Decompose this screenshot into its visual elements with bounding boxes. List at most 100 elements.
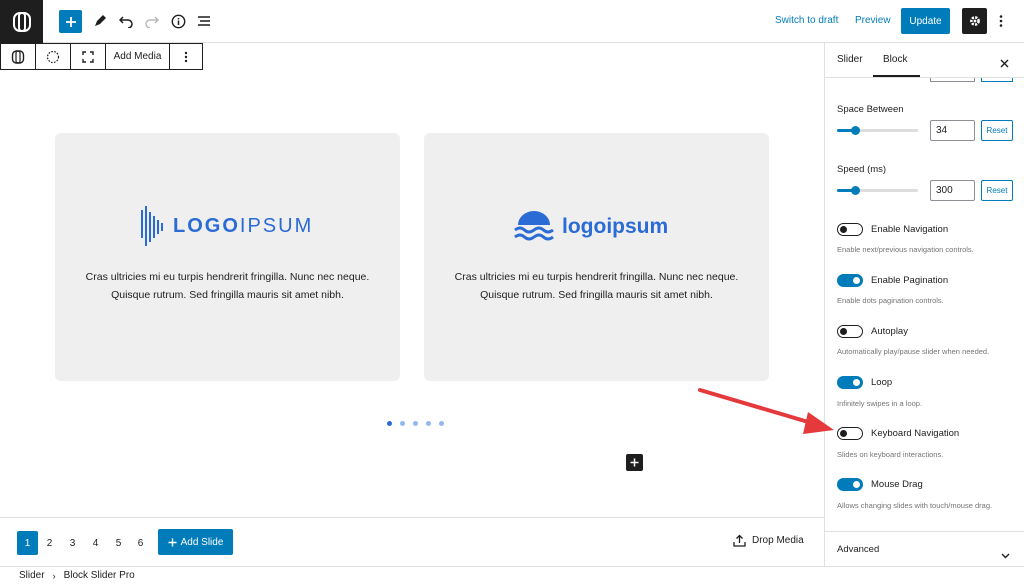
loop-label: Loop	[871, 377, 893, 388]
loop-toggle[interactable]	[837, 376, 863, 389]
autoplay-label: Autoplay	[871, 326, 908, 337]
enable-pagination-toggle[interactable]	[837, 274, 863, 287]
mouse-drag-help: Allows changing slides with touch/mouse …	[837, 501, 993, 510]
drop-media-button[interactable]: Drop Media	[733, 534, 804, 547]
site-logo-button[interactable]	[0, 0, 43, 43]
scrolled-input	[930, 78, 975, 82]
speed-label: Speed (ms)	[837, 164, 887, 175]
settings-button[interactable]	[962, 8, 987, 34]
undo-button[interactable]	[115, 10, 137, 32]
speed-input[interactable]: 300	[930, 180, 975, 201]
switch-to-draft-button[interactable]: Switch to draft	[775, 15, 838, 26]
list-view-icon	[198, 16, 210, 26]
enable-pagination-help: Enable dots pagination controls.	[837, 296, 944, 305]
drop-media-label: Drop Media	[752, 535, 804, 546]
slide-card-1[interactable]: LOGO IPSUM Cras ultricies mi eu turpis h…	[55, 133, 400, 381]
advanced-panel-toggle[interactable]: Advanced	[837, 544, 879, 555]
enable-navigation-label: Enable Navigation	[871, 224, 949, 235]
pagination-dot[interactable]	[400, 421, 405, 426]
slide-card-2[interactable]: logoipsum Cras ultricies mi eu turpis he…	[424, 133, 769, 381]
undo-icon	[119, 16, 133, 28]
toggle-knob	[840, 430, 847, 437]
slide-number-button[interactable]: 4	[85, 531, 106, 555]
chevron-right-icon: ›	[52, 570, 56, 581]
add-slide-label: Add Slide	[180, 536, 224, 548]
keyboard-navigation-help: Slides on keyboard interactions.	[837, 450, 944, 459]
pagination-dot[interactable]	[439, 421, 444, 426]
pagination-dot[interactable]	[413, 421, 418, 426]
details-button[interactable]	[167, 10, 189, 32]
slide-number-button[interactable]: 2	[39, 531, 60, 555]
enable-navigation-toggle[interactable]	[837, 223, 863, 236]
slide-number-button[interactable]: 3	[62, 531, 83, 555]
block-type-button[interactable]	[1, 44, 36, 69]
block-inserter-button[interactable]	[626, 454, 643, 471]
select-button[interactable]	[36, 44, 71, 69]
wordpress-icon	[12, 11, 31, 32]
logo-bars-icon	[141, 206, 163, 246]
breadcrumb-item-slider[interactable]: Slider	[19, 570, 45, 581]
logo-1-bold-text: LOGO	[173, 214, 240, 237]
gear-icon	[969, 16, 980, 26]
tab-block[interactable]: Block	[883, 54, 907, 65]
slide-number-button[interactable]: 5	[108, 531, 129, 555]
close-sidebar-button[interactable]	[1000, 55, 1009, 73]
mouse-drag-toggle[interactable]	[837, 478, 863, 491]
keyboard-navigation-toggle[interactable]	[837, 427, 863, 440]
tools-button[interactable]	[89, 10, 111, 32]
mouse-drag-label: Mouse Drag	[871, 479, 923, 490]
speed-slider[interactable]	[837, 186, 918, 195]
logo-1: LOGO IPSUM	[141, 206, 313, 246]
slide-1-text-line1: Cras ultricies mi eu turpis hendrerit fr…	[85, 271, 370, 283]
advanced-expand-button[interactable]	[1001, 546, 1010, 564]
redo-icon	[145, 16, 159, 28]
options-button[interactable]	[990, 10, 1012, 32]
speed-slider-thumb[interactable]	[850, 186, 860, 195]
slide-2-text: Cras ultricies mi eu turpis hendrerit fr…	[424, 268, 769, 304]
enable-pagination-label: Enable Pagination	[871, 275, 949, 286]
info-icon	[171, 14, 185, 28]
pencil-icon	[95, 15, 106, 26]
list-view-button[interactable]	[193, 10, 215, 32]
settings-sidebar: Slider Block Space Between 34 Reset Spee…	[824, 43, 1024, 566]
slide-number-button[interactable]: 6	[130, 531, 151, 555]
slider-block-icon	[11, 49, 25, 64]
speed-reset-button[interactable]: Reset	[981, 180, 1013, 201]
block-options-button[interactable]	[170, 44, 202, 69]
slide-1-text-line2: Quisque rutrum. Sed fringilla mauris sit…	[111, 289, 344, 301]
pagination-dot[interactable]	[387, 421, 392, 426]
full-width-button[interactable]	[71, 44, 106, 69]
logo-2: logoipsum	[514, 211, 668, 243]
space-between-input[interactable]: 34	[930, 120, 975, 141]
tab-slider[interactable]: Slider	[837, 54, 863, 65]
editor-top-bar: Switch to draft Preview Update	[0, 0, 1024, 43]
add-media-button[interactable]: Add Media	[106, 44, 170, 69]
pagination-dot[interactable]	[426, 421, 431, 426]
upload-icon	[733, 534, 746, 547]
breadcrumb-item-block-slider-pro[interactable]: Block Slider Pro	[64, 570, 135, 581]
slide-number-button[interactable]: 1	[17, 531, 38, 555]
preview-button[interactable]: Preview	[855, 15, 891, 26]
add-block-button[interactable]	[59, 10, 82, 33]
add-slide-button[interactable]: Add Slide	[158, 529, 233, 555]
space-between-slider-thumb[interactable]	[850, 126, 860, 135]
autoplay-toggle[interactable]	[837, 325, 863, 338]
redo-button[interactable]	[141, 10, 163, 32]
plus-icon	[630, 458, 639, 467]
dashed-circle-icon	[46, 50, 60, 63]
logo-2-text: logoipsum	[562, 215, 669, 238]
slide-2-text-line2: Quisque rutrum. Sed fringilla mauris sit…	[480, 289, 713, 301]
more-vertical-icon	[999, 15, 1003, 27]
fullscreen-icon	[82, 50, 94, 63]
arrow-shaft	[698, 388, 817, 426]
space-between-reset-button[interactable]: Reset	[981, 120, 1013, 141]
slide-2-text-line1: Cras ultricies mi eu turpis hendrerit fr…	[454, 271, 739, 283]
autoplay-help: Automatically play/pause slider when nee…	[837, 347, 990, 356]
space-between-slider[interactable]	[837, 126, 918, 135]
update-button[interactable]: Update	[901, 8, 950, 34]
logo-1-light-text: IPSUM	[239, 214, 314, 237]
slide-navigation-bar: 123456	[0, 517, 824, 565]
toggle-knob	[853, 379, 860, 386]
more-vertical-icon	[184, 51, 188, 62]
toggle-knob	[840, 226, 847, 233]
